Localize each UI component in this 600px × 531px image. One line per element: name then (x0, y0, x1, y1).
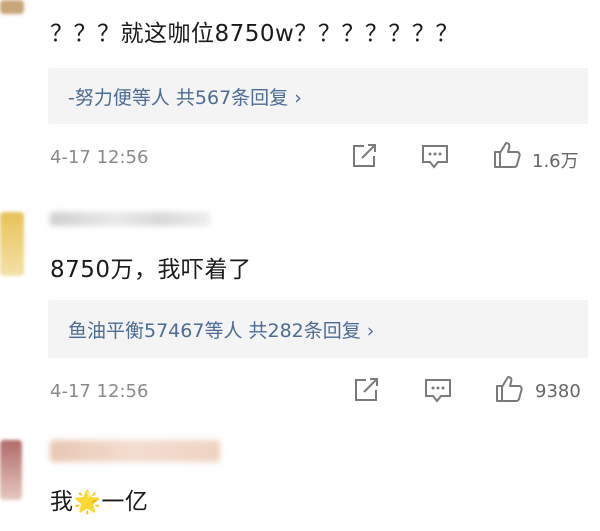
share-icon[interactable] (352, 377, 380, 403)
thumbs-up-icon[interactable] (494, 374, 524, 404)
comment-text-before: 我 (50, 489, 74, 515)
like-count: 9380 (535, 381, 581, 402)
reply-summary-text: -努力便等人 共567条回复 › (68, 87, 302, 109)
reply-summary[interactable]: -努力便等人 共567条回复 › (48, 68, 588, 124)
comment-text-after: 一亿 (101, 489, 149, 515)
comment-icon[interactable] (420, 143, 450, 169)
comment-text: 我🌟一亿 (50, 482, 148, 516)
comment-text: 8750万，我吓着了 (50, 257, 252, 283)
comment-icon[interactable] (423, 377, 453, 403)
reply-summary[interactable]: 鱼油平衡57467等人 共282条回复 › (48, 300, 588, 358)
username[interactable] (50, 440, 220, 462)
avatar[interactable] (0, 212, 24, 276)
avatar[interactable] (0, 0, 24, 14)
reply-summary-text: 鱼油平衡57467等人 共282条回复 › (68, 320, 375, 342)
star-emoji-icon: 🌟 (73, 490, 102, 515)
comment-text: ？？？就这咖位8750w？？？？？？？ (50, 21, 459, 47)
username[interactable] (50, 212, 210, 226)
thumbs-up-icon[interactable] (492, 140, 522, 170)
timestamp: 4-17 12:56 (50, 147, 149, 168)
like-count: 1.6万 (532, 151, 579, 172)
timestamp: 4-17 12:56 (50, 381, 149, 402)
share-icon[interactable] (350, 143, 378, 169)
avatar[interactable] (0, 440, 22, 500)
